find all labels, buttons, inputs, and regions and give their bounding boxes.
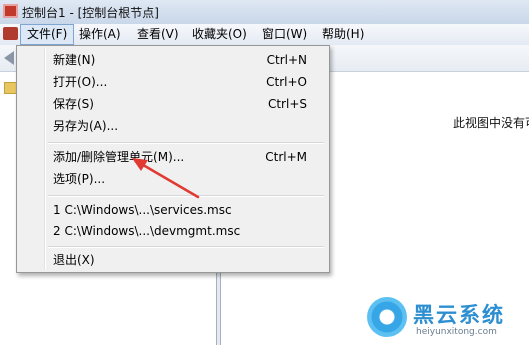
menu-favorites[interactable]: 收藏夹(O) (186, 24, 253, 45)
menu-item-label: 保存(S) (53, 97, 94, 111)
menu-help[interactable]: 帮助(H) (316, 24, 370, 45)
file-menu-save[interactable]: 保存(S) Ctrl+S (19, 94, 325, 114)
menu-file[interactable]: 文件(F) (20, 24, 75, 45)
watermark-name: 黑云系统 (413, 303, 505, 327)
watermark-url: heiyunxitong.com (416, 327, 497, 337)
menu-view[interactable]: 查看(V) (131, 24, 185, 45)
file-menu-exit[interactable]: 退出(X) (19, 250, 325, 270)
menu-separator (48, 142, 324, 144)
menu-action[interactable]: 操作(A) (73, 24, 127, 45)
watermark-logo: 黑云系统 heiyunxitong.com (367, 297, 527, 345)
title-bar: 控制台1 - [控制台根节点] (0, 0, 529, 25)
menu-item-label: 另存为(A)... (53, 119, 119, 133)
empty-view-message: 此视图中没有可 (453, 116, 529, 130)
back-arrow-icon[interactable] (4, 51, 14, 65)
heiyun-logo-icon (367, 297, 407, 337)
menu-item-shortcut: Ctrl+O (266, 75, 307, 89)
window-title: 控制台1 - [控制台根节点] (22, 6, 159, 20)
annotation-arrow-icon (132, 158, 200, 199)
menu-item-label: 打开(O)... (53, 75, 108, 89)
menu-item-label: 选项(P)... (53, 172, 106, 186)
menu-item-shortcut: Ctrl+N (266, 53, 307, 67)
menu-item-label: 退出(X) (53, 253, 95, 267)
console-app-icon (3, 4, 18, 18)
menu-item-label: 2 C:\Windows\...\devmgmt.msc (53, 224, 241, 238)
file-menu-save-as[interactable]: 另存为(A)... (19, 116, 325, 136)
file-menu-new[interactable]: 新建(N) Ctrl+N (19, 50, 325, 70)
console-menu-icon[interactable] (3, 27, 18, 40)
file-menu-recent-2[interactable]: 2 C:\Windows\...\devmgmt.msc (19, 221, 325, 241)
menu-item-shortcut: Ctrl+M (265, 150, 307, 164)
menu-window[interactable]: 窗口(W) (256, 24, 313, 45)
menu-item-shortcut: Ctrl+S (267, 97, 307, 111)
menu-item-label: 新建(N) (53, 53, 96, 67)
menu-bar: 文件(F) 操作(A) 查看(V) 收藏夹(O) 窗口(W) 帮助(H) (0, 24, 529, 46)
file-menu-open[interactable]: 打开(O)... Ctrl+O (19, 72, 325, 92)
menu-separator (48, 246, 324, 248)
